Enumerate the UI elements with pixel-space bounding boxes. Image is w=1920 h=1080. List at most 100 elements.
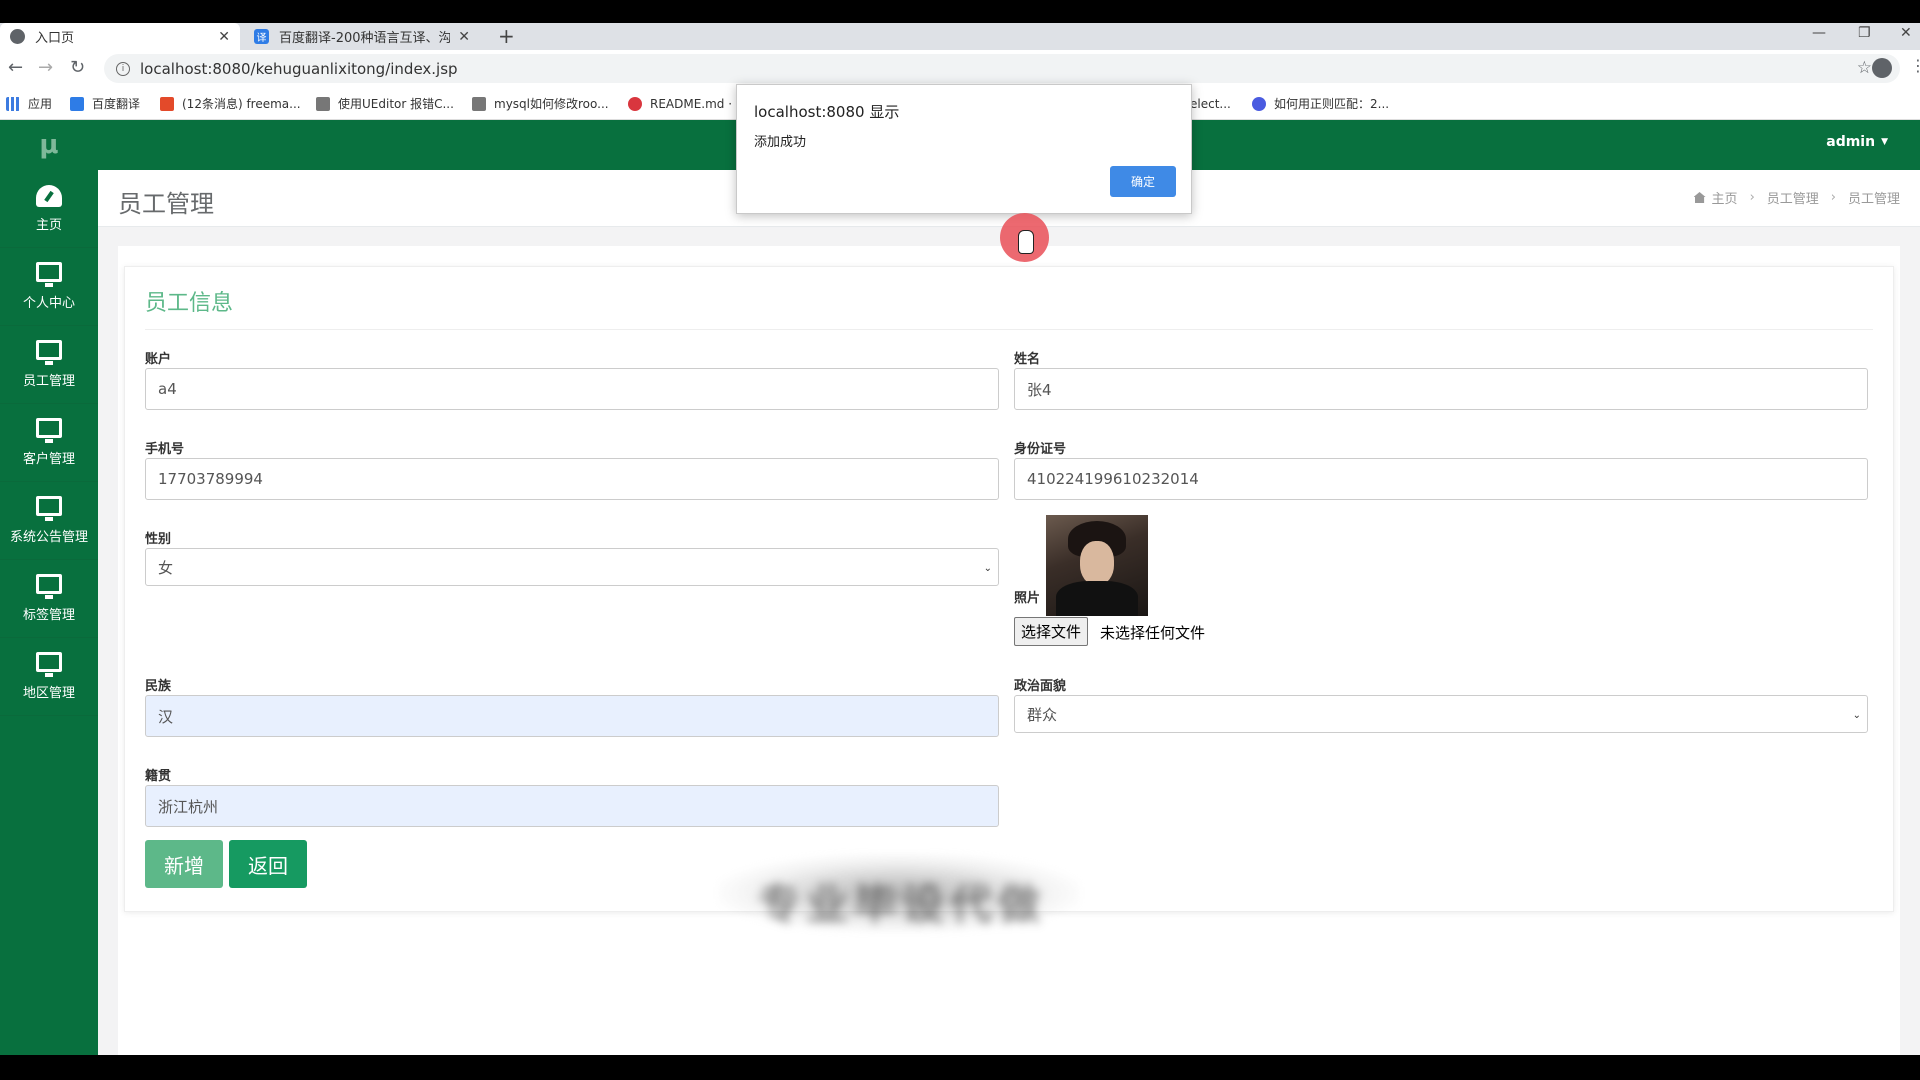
new-tab-button[interactable]: + — [498, 23, 515, 50]
tab-title: 百度翻译-200种语言互译、沟通 — [279, 31, 451, 46]
info-icon[interactable]: i — [116, 61, 130, 76]
photo-label: 照片 — [1014, 591, 1041, 606]
bookmark-label: README.md · — [650, 96, 733, 111]
sidebar-item-announcements[interactable]: 系统公告管理 — [0, 482, 98, 560]
political-label: 政治面貌 — [1014, 679, 1067, 694]
tab-title: 入口页 — [35, 31, 75, 46]
name-label: 姓名 — [1014, 352, 1041, 367]
profile-avatar-icon[interactable] — [1872, 58, 1892, 78]
breadcrumb-employees[interactable]: 员工管理 — [1767, 188, 1819, 207]
gender-selected: 女 — [158, 558, 174, 577]
browser-toolbar: ← → ↻ i localhost:8080/kehuguanlixitong/… — [0, 50, 1920, 87]
phone-input[interactable]: 17703789994 — [145, 458, 999, 500]
phone-label: 手机号 — [145, 442, 185, 457]
bookmark-freemarker[interactable]: (12条消息) freema... — [160, 87, 301, 120]
monitor-icon — [36, 652, 62, 677]
political-select[interactable]: 群众 ⌄ — [1014, 695, 1868, 733]
idcard-label: 身份证号 — [1014, 442, 1067, 457]
bookmark-label: elect... — [1190, 96, 1231, 111]
photo-face — [1080, 541, 1114, 585]
gender-select[interactable]: 女 ⌄ — [145, 548, 999, 586]
sidebar-item-tags[interactable]: 标签管理 — [0, 560, 98, 638]
caret-down-icon: ▼ — [1881, 136, 1888, 147]
choose-file-button[interactable]: 选择文件 — [1014, 617, 1089, 646]
breadcrumb-current: 员工管理 — [1847, 192, 1900, 207]
browser-menu-icon[interactable]: ⋮ — [1910, 56, 1920, 75]
bookmark-label: 应用 — [28, 97, 53, 111]
sidebar-item-label: 标签管理 — [22, 608, 75, 623]
reload-icon[interactable]: ↻ — [70, 58, 85, 78]
photo-body — [1056, 581, 1138, 616]
window-close-icon[interactable]: ✕ — [1900, 23, 1912, 43]
bookmark-ueditor[interactable]: 使用UEditor 报错C... — [316, 87, 454, 120]
page-title: 员工管理 — [118, 190, 214, 218]
chevron-down-icon: ⌄ — [983, 563, 992, 574]
account-label: 账户 — [145, 352, 172, 367]
home-icon — [1693, 192, 1706, 203]
breadcrumb-home[interactable]: 主页 — [1712, 188, 1738, 207]
tab-home[interactable]: 入口页 ✕ — [0, 23, 240, 50]
name-input[interactable]: 张4 — [1014, 368, 1868, 410]
bookmark-regex[interactable]: 如何用正则匹配：2... — [1252, 87, 1389, 120]
tab-close-icon[interactable]: ✕ — [458, 29, 470, 45]
add-button[interactable]: 新增 — [145, 840, 223, 888]
translate-icon: 译 — [254, 29, 269, 44]
url-text[interactable]: localhost:8080/kehuguanlixitong/index.js… — [140, 60, 458, 78]
account-input[interactable]: a4 — [145, 368, 999, 410]
bookmark-star-icon[interactable]: ☆ — [1857, 58, 1872, 78]
blurred-watermark: 专业毕设代做 — [718, 853, 1080, 933]
gitee-icon — [628, 96, 642, 111]
sidebar-item-regions[interactable]: 地区管理 — [0, 638, 98, 716]
sidebar-item-employees[interactable]: 员工管理 — [0, 326, 98, 404]
bookmark-mysql[interactable]: mysql如何修改roo... — [472, 87, 609, 120]
back-icon[interactable]: ← — [8, 58, 23, 78]
bookmark-label: mysql如何修改roo... — [494, 97, 609, 111]
dialog-ok-button[interactable]: 确定 — [1110, 166, 1176, 197]
bookmark-label: 如何用正则匹配：2... — [1274, 97, 1390, 111]
screen: 入口页 ✕ 译 百度翻译-200种语言互译、沟通 ✕ + — ❐ ✕ ← → ↻… — [0, 0, 1920, 1080]
dashboard-icon — [36, 184, 62, 207]
minimize-icon[interactable]: — — [1812, 23, 1826, 43]
globe-icon — [10, 29, 25, 44]
bookmark-apps[interactable]: 应用 — [6, 87, 52, 120]
bookmark-readme[interactable]: README.md · — [628, 87, 732, 120]
bookmark-baidu-translate[interactable]: 百度翻译 — [70, 87, 140, 120]
back-button[interactable]: 返回 — [229, 840, 307, 888]
breadcrumb: 主页 › 员工管理 › 员工管理 — [1693, 188, 1900, 207]
bookmark-label: 百度翻译 — [92, 97, 141, 111]
browser-tab-bar: 入口页 ✕ 译 百度翻译-200种语言互译、沟通 ✕ — [0, 23, 1920, 50]
chevron-down-icon: ⌄ — [1852, 710, 1861, 721]
ethnicity-label: 民族 — [145, 679, 172, 694]
user-menu[interactable]: admin ▼ — [1826, 120, 1888, 163]
sidebar-item-label: 主页 — [35, 217, 62, 233]
sidebar-item-customers[interactable]: 客户管理 — [0, 404, 98, 482]
ethnicity-input[interactable]: 汉 — [145, 695, 999, 737]
hand-cursor-icon — [1018, 230, 1034, 254]
bookmark-site-icon — [472, 96, 486, 111]
divider — [145, 329, 1873, 330]
sidebar-item-label: 地区管理 — [22, 686, 75, 701]
restore-icon[interactable]: ❐ — [1858, 23, 1871, 43]
monitor-icon — [36, 418, 62, 443]
brand-logo[interactable]: μ — [0, 120, 98, 170]
sidebar-item-label: 个人中心 — [22, 296, 75, 311]
sidebar-item-profile[interactable]: 个人中心 — [0, 248, 98, 326]
sidebar-item-home[interactable]: 主页 — [0, 170, 98, 248]
baidu-paw-icon — [1252, 96, 1266, 111]
monitor-icon — [36, 496, 62, 521]
address-bar[interactable]: i localhost:8080/kehuguanlixitong/index.… — [104, 54, 1900, 83]
dialog-title: localhost:8080 显示 — [754, 103, 900, 121]
hometown-input[interactable]: 浙江杭州 — [145, 785, 999, 827]
forward-icon[interactable]: → — [38, 58, 53, 78]
bookmark-select[interactable]: elect... — [1190, 87, 1231, 120]
dialog-message: 添加成功 — [754, 135, 807, 150]
alert-dialog: localhost:8080 显示 添加成功 确定 — [736, 84, 1192, 214]
monitor-icon — [36, 340, 62, 365]
bookmark-label: (12条消息) freema... — [182, 97, 301, 111]
idcard-input[interactable]: 410224199610232014 — [1014, 458, 1868, 500]
tab-close-icon[interactable]: ✕ — [218, 29, 230, 45]
monitor-icon — [36, 574, 62, 599]
tab-baidu-translate[interactable]: 译 百度翻译-200种语言互译、沟通 ✕ — [244, 23, 480, 50]
content-area: 员工信息 账户 a4 姓名 张4 手机号 17703789994 身份证号 41… — [118, 246, 1900, 1055]
political-selected: 群众 — [1027, 705, 1058, 724]
